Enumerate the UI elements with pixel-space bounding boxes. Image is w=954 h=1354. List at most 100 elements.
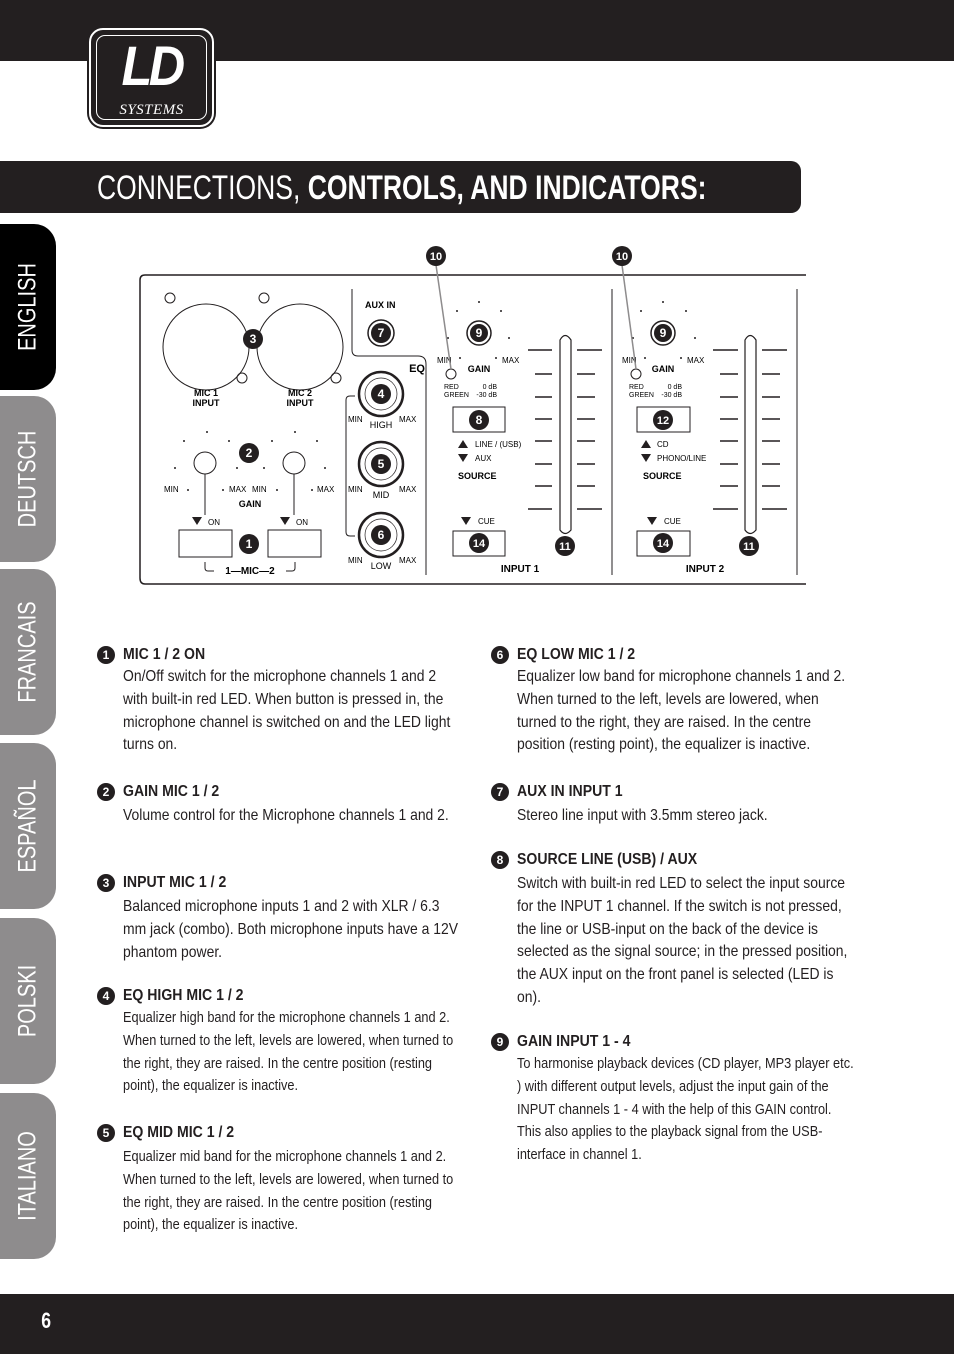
callout-11a: 11: [555, 536, 575, 556]
input1-gain-max: MAX: [502, 356, 520, 365]
tab-english[interactable]: ENGLISH: [0, 224, 56, 390]
callout-2: 2: [239, 443, 259, 463]
mic1-gain-max: MAX: [229, 485, 247, 494]
svg-text:14: 14: [473, 538, 486, 550]
eq-low-label: LOW: [371, 561, 392, 571]
mixer-panel-diagram: MIC 1 INPUT MIC 2 INPUT MIN MAX MIN MAX …: [139, 246, 806, 585]
item-title: SOURCE LINE (USB) / AUX: [517, 851, 698, 868]
description-item-4: 4 EQ HIGH MIC 1 / 2 Equalizer high band …: [97, 985, 523, 1098]
tab-espanol[interactable]: ESPAÑOL: [0, 743, 56, 909]
input1-fader: [559, 334, 572, 535]
input2-source-label: SOURCE: [643, 471, 682, 481]
item-body: Balanced microphone inputs 1 and 2 with …: [123, 898, 459, 961]
input2-cue-label: CUE: [664, 517, 681, 526]
input2-gain-max: MAX: [687, 356, 705, 365]
input1-gain-label: GAIN: [468, 364, 491, 374]
tab-label: FRANCAIS: [13, 601, 42, 703]
input2-led-green: GREEN: [629, 392, 654, 399]
tab-label: POLSKI: [13, 964, 42, 1038]
description-item-6: 6 EQ LOW MIC 1 / 2 Equalizer low band fo…: [491, 644, 912, 757]
item-title: GAIN MIC 1 / 2: [123, 783, 220, 800]
input2-db30: -30 dB: [661, 392, 682, 399]
eq-low-max: MAX: [399, 556, 417, 565]
mic2-gain-max: MAX: [317, 485, 335, 494]
description-item-1: 1 MIC 1 / 2 ON On/Off switch for the mic…: [97, 644, 513, 757]
svg-text:3: 3: [250, 332, 257, 346]
item-title: INPUT MIC 1 / 2: [123, 874, 227, 891]
mic2-gain-min: MIN: [252, 485, 267, 494]
logo-sub-text: SYSTEMS: [119, 102, 184, 118]
input1-source-down: AUX: [475, 454, 492, 463]
tab-francais[interactable]: FRANCAIS: [0, 569, 56, 735]
mic1-on-label: ON: [208, 518, 220, 527]
svg-text:12: 12: [657, 415, 669, 427]
callout-8: 8: [469, 410, 489, 430]
callout-4: 4: [371, 384, 391, 404]
callout-3: 3: [243, 329, 263, 349]
mic2-sublabel: INPUT: [287, 398, 315, 408]
item-number-badge: 6: [491, 646, 509, 664]
gain-label: GAIN: [239, 499, 262, 509]
input2-db0: 0 dB: [668, 384, 683, 391]
input1-label: INPUT 1: [501, 564, 540, 575]
mic1-xlr-jack: [162, 303, 250, 391]
mic2-xlr-jack: [256, 303, 344, 391]
callout-5: 5: [371, 454, 391, 474]
eq-high-label: HIGH: [370, 420, 393, 430]
mic2-gain-knob: [282, 451, 306, 475]
input1-cue-label: CUE: [478, 517, 495, 526]
input2-fader-scale: [713, 349, 787, 510]
item-title: EQ MID MIC 1 / 2: [123, 1124, 235, 1141]
callout-6: 6: [371, 525, 391, 545]
input1-source-label: SOURCE: [458, 471, 497, 481]
title-bold: CONTROLS, AND INDICATORS:: [307, 169, 707, 207]
callout-1: 1: [239, 534, 259, 554]
item-title: EQ HIGH MIC 1 / 2: [123, 987, 244, 1004]
page-title: CONNECTIONS, CONTROLS, AND INDICATORS:: [97, 168, 706, 208]
svg-text:11: 11: [559, 541, 571, 553]
item-number-badge: 7: [491, 783, 509, 801]
svg-text:2: 2: [246, 446, 253, 460]
item-number-badge: 1: [97, 646, 115, 664]
item-body: On/Off switch for the microphone channel…: [123, 668, 451, 754]
page-number: 6: [41, 1308, 52, 1333]
tab-deutsch[interactable]: DEUTSCH: [0, 396, 56, 562]
item-title: EQ LOW MIC 1 / 2: [517, 646, 636, 663]
svg-text:4: 4: [378, 387, 385, 401]
footer-bar: 6: [0, 1294, 954, 1354]
item-body: To harmonise playback devices (CD player…: [517, 1055, 854, 1164]
logo-main-text: LD: [121, 34, 186, 97]
description-item-3: 3 INPUT MIC 1 / 2 Balanced microphone in…: [97, 872, 513, 964]
svg-text:8: 8: [476, 413, 483, 427]
item-title: AUX IN INPUT 1: [517, 783, 623, 800]
mic1-gain-min: MIN: [164, 485, 179, 494]
input2-label: INPUT 2: [686, 564, 725, 575]
eq-label: EQ: [409, 363, 425, 375]
tab-polski[interactable]: POLSKI: [0, 918, 56, 1084]
svg-text:1: 1: [246, 537, 253, 551]
item-body: Switch with built-in red LED to select t…: [517, 875, 848, 1006]
item-body: Equalizer mid band for the microphone ch…: [123, 1148, 454, 1234]
item-number-badge: 8: [491, 851, 509, 869]
item-body: Equalizer low band for microphone channe…: [517, 668, 846, 754]
eq-high-min: MIN: [348, 415, 363, 424]
item-number-badge: 2: [97, 783, 115, 801]
svg-text:7: 7: [378, 326, 385, 340]
eq-mid-max: MAX: [399, 485, 417, 494]
item-body: Equalizer high band for the microphone c…: [123, 1009, 454, 1095]
description-item-7: 7 AUX IN INPUT 1 Stereo line input with …: [491, 781, 907, 828]
input2-gain-label: GAIN: [652, 364, 675, 374]
callout-10b: 10: [612, 246, 632, 266]
eq-low-min: MIN: [348, 556, 363, 565]
callout-12: 12: [653, 410, 673, 430]
input1-level-led: [445, 368, 457, 380]
mic2-label: MIC 2: [288, 388, 312, 398]
eq-mid-min: MIN: [348, 485, 363, 494]
svg-text:11: 11: [743, 541, 755, 553]
item-number-badge: 5: [97, 1124, 115, 1142]
mic-group-label: 1—MIC—2: [225, 566, 275, 577]
callout-14a: 14: [469, 533, 489, 553]
tab-italiano[interactable]: ITALIANO: [0, 1093, 56, 1259]
item-number-badge: 4: [97, 987, 115, 1005]
svg-text:9: 9: [476, 326, 483, 340]
